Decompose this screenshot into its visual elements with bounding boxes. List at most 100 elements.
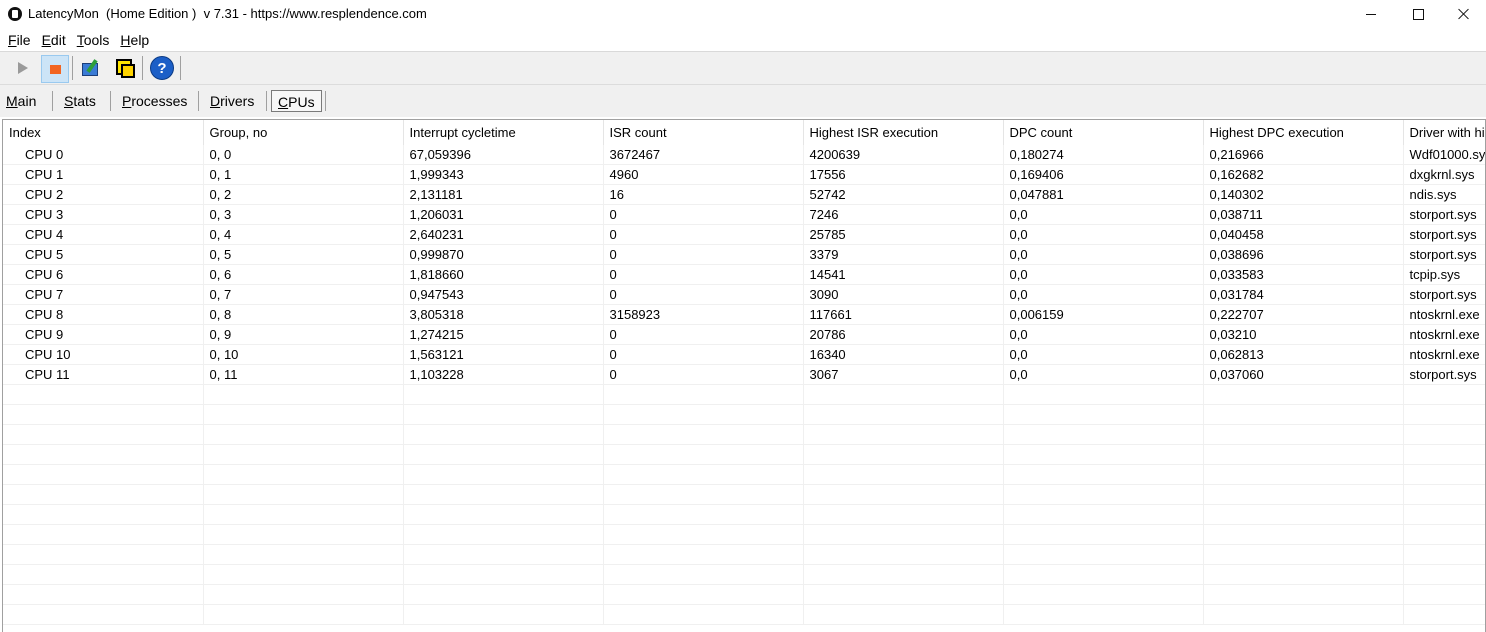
menu-edit[interactable]: Edit (34, 32, 69, 48)
table-cell: CPU 5 (3, 244, 204, 265)
table-cell: 67,059396 (403, 145, 604, 165)
help-icon: ? (150, 56, 174, 80)
empty-cell (1203, 604, 1404, 625)
empty-cell (203, 504, 404, 525)
table-cell: storport.sys (1403, 204, 1485, 225)
table-row[interactable]: CPU 0 0, 0 67,059396 3672467 4200639 0,180274… (3, 145, 1485, 165)
tab-processes[interactable]: Processes (122, 90, 187, 112)
table-row[interactable]: CPU 2 0, 2 2,131181 16 52742 0,047881 0,140302… (3, 184, 1485, 205)
empty-cell (403, 584, 604, 605)
empty-cell (1403, 384, 1485, 405)
table-cell: CPU 1 (3, 164, 204, 185)
empty-cell (403, 424, 604, 445)
empty-cell (403, 564, 604, 585)
empty-cell (1203, 444, 1404, 465)
minimize-button[interactable] (1348, 0, 1394, 28)
minimize-icon (1366, 13, 1376, 15)
empty-cell (1003, 524, 1204, 545)
empty-cell (1403, 504, 1485, 525)
table-row[interactable]: CPU 4 0, 4 2,640231 0 25785 0,0 0,040458 storpo… (3, 224, 1485, 245)
empty-cell (3, 424, 204, 445)
empty-cell (403, 384, 604, 405)
table-cell: 0,222707 (1203, 304, 1404, 325)
empty-cell (1203, 564, 1404, 585)
empty-cell (3, 524, 204, 545)
cpu-chip-button[interactable] (111, 55, 137, 81)
tab-stats[interactable]: Stats (64, 90, 96, 112)
tab-cpus[interactable]: CPUs (271, 90, 322, 112)
table-cell: ntoskrnl.exe (1403, 324, 1485, 345)
empty-row (3, 564, 1485, 585)
cpu-table-container[interactable]: Index Group, no Interrupt cycletime ISR … (2, 119, 1486, 632)
table-row[interactable]: CPU 5 0, 5 0,999870 0 3379 0,0 0,038696 storpor… (3, 244, 1485, 265)
empty-cell (803, 544, 1004, 565)
table-cell: 0, 2 (203, 184, 404, 205)
table-cell: 20786 (803, 324, 1004, 345)
table-cell: 0 (603, 204, 804, 225)
empty-cell (1203, 544, 1404, 565)
table-row[interactable]: CPU 8 0, 8 3,805318 3158923 117661 0,006159 0,… (3, 304, 1485, 325)
start-button[interactable] (10, 55, 36, 81)
column-header-interrupt-cycletime[interactable]: Interrupt cycletime (403, 120, 604, 145)
empty-cell (403, 524, 604, 545)
empty-cell (1403, 604, 1485, 625)
table-cell: ndis.sys (1403, 184, 1485, 205)
empty-cell (3, 464, 204, 485)
empty-cell (203, 544, 404, 565)
close-button[interactable] (1441, 0, 1486, 28)
maximize-button[interactable] (1395, 0, 1441, 28)
empty-row (3, 584, 1485, 605)
table-cell: 3379 (803, 244, 1004, 265)
help-button[interactable]: ? (149, 55, 175, 81)
table-cell: ntoskrnl.exe (1403, 304, 1485, 325)
table-cell: 0,047881 (1003, 184, 1204, 205)
table-cell: 16340 (803, 344, 1004, 365)
table-cell: 0, 3 (203, 204, 404, 225)
empty-cell (203, 524, 404, 545)
empty-cell (1003, 384, 1204, 405)
empty-cell (3, 444, 204, 465)
tab-drivers[interactable]: Drivers (210, 90, 254, 112)
window-title: LatencyMon (Home Edition ) v 7.31 - http… (28, 6, 427, 21)
table-cell: 4960 (603, 164, 804, 185)
empty-cell (3, 564, 204, 585)
column-header-group[interactable]: Group, no (203, 120, 404, 145)
empty-cell (3, 584, 204, 605)
table-cell: 0, 4 (203, 224, 404, 245)
table-cell: 0,140302 (1203, 184, 1404, 205)
table-cell: 0,038696 (1203, 244, 1404, 265)
table-row[interactable]: CPU 11 0, 11 1,103228 0 3067 0,0 0,037060 storp… (3, 364, 1485, 385)
menu-tools[interactable]: Tools (69, 32, 113, 48)
table-row[interactable]: CPU 10 0, 10 1,563121 0 16340 0,0 0,062813 ntos… (3, 344, 1485, 365)
table-cell: dxgkrnl.sys (1403, 164, 1485, 185)
empty-cell (3, 604, 204, 625)
column-header-driver[interactable]: Driver with hi (1403, 120, 1485, 145)
table-cell: 0,162682 (1203, 164, 1404, 185)
table-cell: 0,0 (1003, 344, 1204, 365)
table-cell: 0 (603, 244, 804, 265)
tab-main[interactable]: Main (6, 90, 36, 112)
table-cell: 0,180274 (1003, 145, 1204, 165)
tab-bar: Main Stats Processes Drivers CPUs (0, 84, 1486, 117)
empty-cell (603, 424, 804, 445)
menu-file[interactable]: File (0, 32, 34, 48)
table-cell: 0,0 (1003, 284, 1204, 305)
table-row[interactable]: CPU 3 0, 3 1,206031 0 7246 0,0 0,038711 storpor… (3, 204, 1485, 225)
table-row[interactable]: CPU 1 0, 1 1,999343 4960 17556 0,169406 0,1626… (3, 164, 1485, 185)
table-row[interactable]: CPU 9 0, 9 1,274215 0 20786 0,0 0,03210 ntoskrn… (3, 324, 1485, 345)
column-header-dpc-count[interactable]: DPC count (1003, 120, 1204, 145)
column-header-index[interactable]: Index (3, 120, 204, 145)
column-header-highest-isr-execution[interactable]: Highest ISR execution (803, 120, 1004, 145)
table-row[interactable]: CPU 6 0, 6 1,818660 0 14541 0,0 0,033583 tcpip.… (3, 264, 1485, 285)
table-cell: 14541 (803, 264, 1004, 285)
empty-row (3, 544, 1485, 565)
maximize-icon (1412, 8, 1424, 20)
tools-button[interactable] (79, 55, 105, 81)
table-row[interactable]: CPU 7 0, 7 0,947543 0 3090 0,0 0,031784 storpor… (3, 284, 1485, 305)
empty-cell (3, 544, 204, 565)
table-cell: 7246 (803, 204, 1004, 225)
column-header-isr-count[interactable]: ISR count (603, 120, 804, 145)
column-header-highest-dpc-execution[interactable]: Highest DPC execution (1203, 120, 1404, 145)
menu-help[interactable]: Help (112, 32, 152, 48)
stop-button[interactable] (41, 55, 69, 83)
